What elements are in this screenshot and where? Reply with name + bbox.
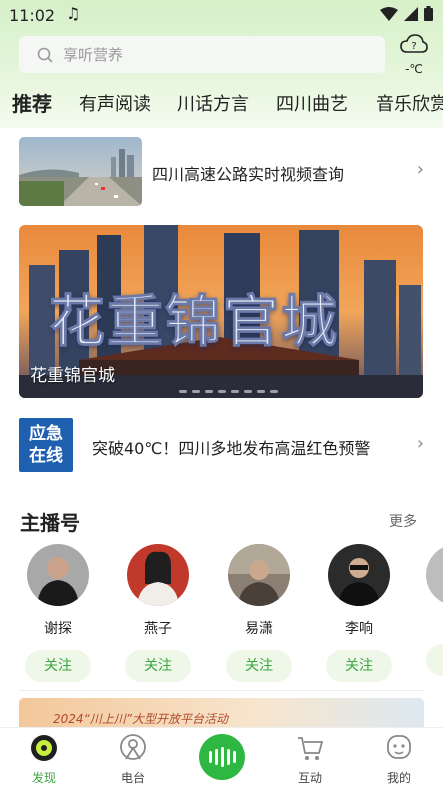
tab-label: 川话方言 <box>177 94 249 115</box>
signal-icon <box>404 6 418 21</box>
cart-icon <box>298 737 324 760</box>
nav-radio[interactable]: 电台 <box>103 733 163 786</box>
discover-icon <box>31 735 57 761</box>
banner-carousel[interactable]: 花重锦官城 花重锦官城 <box>19 225 423 398</box>
tab-opera[interactable]: 四川曲艺 <box>276 90 348 116</box>
promo-text: 2024“川上川”大型开放平台活动 <box>53 712 228 726</box>
section-divider <box>19 690 424 691</box>
chevron-right-icon: › <box>416 159 424 180</box>
search-placeholder: 享听营养 <box>63 46 124 64</box>
clock: 11:02 <box>9 6 56 25</box>
promo-banner[interactable]: 2024“川上川”大型开放平台活动 <box>19 698 424 730</box>
anchor-card[interactable]: 燕子 关注 <box>125 544 191 682</box>
nav-label: 我的 <box>386 771 411 785</box>
badge-line1: 应急 <box>29 424 63 444</box>
anchors-section-title: 主播号 <box>20 511 80 535</box>
highway-thumbnail <box>19 137 142 206</box>
banner-caption: 花重锦官城 <box>30 366 115 386</box>
system-icons <box>380 6 433 21</box>
tab-music[interactable]: 音乐欣赏 <box>376 90 443 116</box>
nav-interact[interactable]: 互动 <box>280 733 340 786</box>
highway-video-card[interactable]: 四川高速公路实时视频查询 › <box>19 137 424 207</box>
search-bar[interactable]: 享听营养 <box>19 36 385 73</box>
audio-play-button[interactable] <box>199 734 245 780</box>
nav-profile[interactable]: 我的 <box>369 733 429 786</box>
nav-discover[interactable]: 发现 <box>14 733 74 786</box>
follow-button[interactable]: 关注 <box>226 650 292 682</box>
follow-button[interactable]: 关注 <box>25 650 91 682</box>
profile-icon <box>387 735 411 759</box>
tab-label: 推荐 <box>12 92 52 116</box>
avatar[interactable] <box>426 544 443 606</box>
highway-card-title: 四川高速公路实时视频查询 <box>152 165 345 184</box>
tab-label: 四川曲艺 <box>276 94 348 115</box>
battery-icon <box>424 6 433 21</box>
wifi-icon <box>380 6 398 21</box>
more-link[interactable]: 更多 <box>389 511 417 531</box>
cloud-question-icon: ? <box>400 34 428 53</box>
nav-label: 互动 <box>297 771 322 785</box>
audio-wave-icon <box>209 747 236 767</box>
weather-widget[interactable]: ? -℃ <box>398 32 430 76</box>
anchor-name: 谢探 <box>44 621 72 637</box>
svg-text:?: ? <box>411 41 416 52</box>
status-bar: 11:02 ♫ <box>0 0 443 30</box>
badge-line2: 在线 <box>29 446 63 466</box>
tab-dialect[interactable]: 川话方言 <box>177 90 249 116</box>
avatar[interactable] <box>328 544 390 606</box>
category-tabs: 推荐 有声阅读 川话方言 四川曲艺 音乐欣赏 <box>0 90 443 120</box>
tab-label: 有声阅读 <box>79 94 151 115</box>
search-icon <box>37 47 53 63</box>
chevron-right-icon: › <box>416 433 424 454</box>
tab-audiobook[interactable]: 有声阅读 <box>79 90 151 116</box>
avatar[interactable] <box>228 544 290 606</box>
bottom-nav: 发现 电台 互动 我的 <box>0 727 443 787</box>
banner-art-text: 花重锦官城 <box>49 290 339 356</box>
anchor-card[interactable]: 易潇 关注 <box>226 544 292 682</box>
follow-button[interactable] <box>426 644 443 676</box>
follow-button[interactable]: 关注 <box>326 650 392 682</box>
follow-button[interactable]: 关注 <box>125 650 191 682</box>
tab-recommend[interactable]: 推荐 <box>10 90 52 117</box>
avatar[interactable] <box>27 544 89 606</box>
nav-label: 电台 <box>120 771 145 785</box>
tab-label: 音乐欣赏 <box>376 94 443 115</box>
anchor-name: 李响 <box>345 621 373 637</box>
music-note-icon: ♫ <box>66 4 81 23</box>
carousel-dots <box>179 390 278 393</box>
nav-label: 发现 <box>31 771 56 785</box>
avatar[interactable] <box>127 544 189 606</box>
alert-headline: 突破40℃！四川多地发布高温红色预警 <box>92 439 371 458</box>
emergency-alert-card[interactable]: 应急 在线 突破40℃！四川多地发布高温红色预警 › <box>19 418 424 472</box>
anchor-name: 易潇 <box>245 621 273 637</box>
anchor-card-partial[interactable] <box>426 544 443 676</box>
weather-temp: -℃ <box>405 62 423 76</box>
anchor-card[interactable]: 李响 关注 <box>326 544 392 682</box>
emergency-badge: 应急 在线 <box>19 418 73 472</box>
anchor-card[interactable]: 谢探 关注 <box>25 544 91 682</box>
anchor-name: 燕子 <box>144 621 172 637</box>
radio-icon <box>120 734 146 760</box>
